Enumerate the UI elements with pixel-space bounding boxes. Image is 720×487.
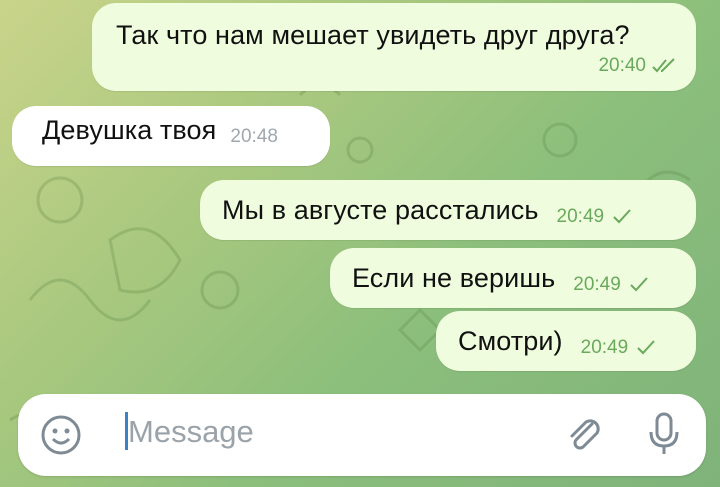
message-bubble-outgoing[interactable]: Смотри) 20:49 (436, 311, 696, 371)
message-time: 20:49 (580, 337, 629, 358)
message-time: 20:40 (598, 55, 646, 76)
message-meta: 20:40 (598, 55, 676, 77)
emoji-icon[interactable] (40, 414, 82, 461)
message-meta: 20:49 (581, 337, 659, 359)
message-bubble-incoming[interactable]: Девушка твоя 20:48 (12, 106, 330, 166)
check-icon (630, 277, 648, 292)
double-check-icon (652, 58, 675, 73)
message-bubble-outgoing[interactable]: Так что нам мешает увидеть друг друга? 2… (92, 3, 696, 91)
message-text: Если не веришь (352, 263, 556, 293)
message-text: Так что нам мешает увидеть друг друга? (116, 20, 630, 50)
check-icon (613, 209, 631, 224)
message-time: 20:49 (573, 274, 621, 295)
message-meta: 20:49 (557, 206, 635, 228)
chat-area: Так что нам мешает увидеть друг друга? 2… (0, 0, 720, 487)
check-icon (637, 340, 655, 355)
message-bubble-outgoing[interactable]: Мы в августе расстались 20:49 (200, 180, 696, 240)
message-meta: 20:48 (230, 126, 278, 148)
message-text: Мы в августе расстались (222, 195, 539, 225)
message-text: Девушка твоя (42, 115, 217, 145)
message-time: 20:48 (230, 126, 278, 147)
message-input-placeholder[interactable]: Message (128, 414, 254, 450)
message-time: 20:49 (556, 206, 605, 227)
message-composer: Message (18, 394, 706, 476)
message-bubble-outgoing[interactable]: Если не веришь 20:49 (330, 248, 696, 308)
attach-icon[interactable] (562, 412, 606, 461)
microphone-icon[interactable] (644, 410, 684, 463)
message-text: Смотри) (458, 326, 563, 356)
message-meta: 20:49 (573, 274, 651, 296)
